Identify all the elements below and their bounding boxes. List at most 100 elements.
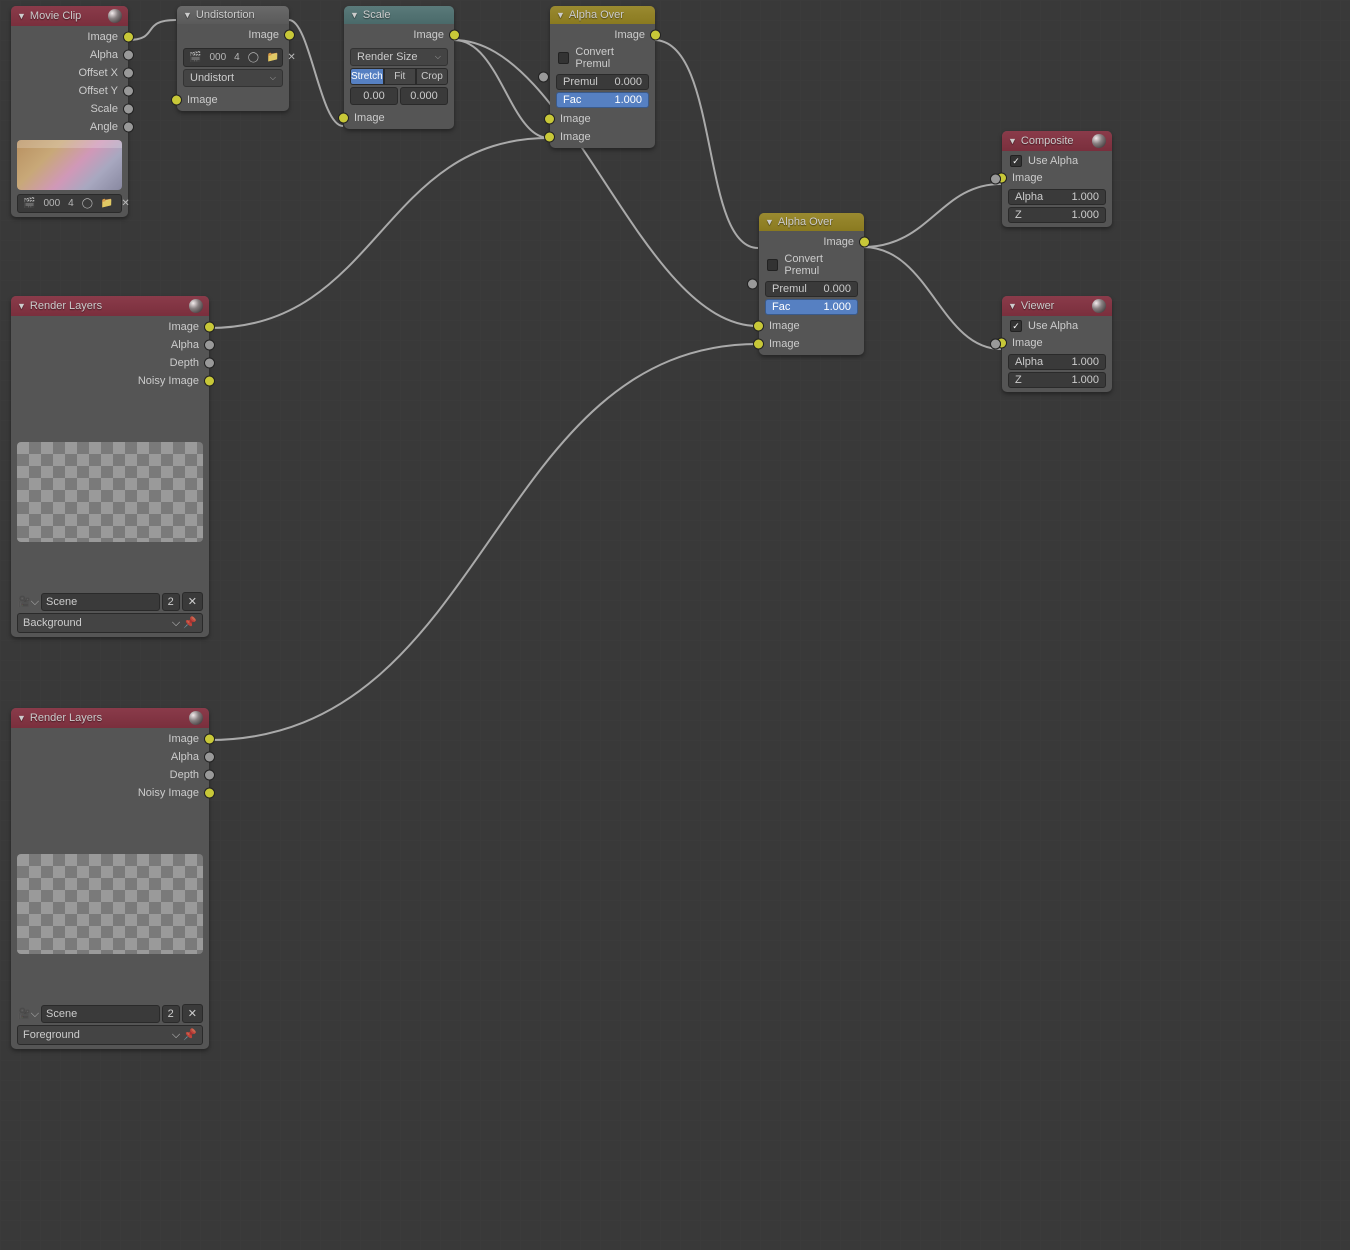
node-header[interactable]: ▼ Undistortion — [177, 6, 289, 24]
crop-button[interactable]: Crop — [416, 68, 448, 85]
collapse-icon[interactable]: ▼ — [556, 10, 565, 20]
output-socket[interactable]: Alpha — [11, 46, 128, 64]
close-icon[interactable]: ✕ — [118, 197, 132, 210]
premul-field[interactable]: Premul0.000 — [556, 74, 649, 90]
output-socket[interactable]: Alpha — [11, 748, 209, 766]
use-alpha-checkbox[interactable]: Use Alpha — [1002, 153, 1112, 169]
output-socket[interactable]: Image — [11, 28, 128, 46]
output-socket[interactable]: Depth — [11, 354, 209, 372]
scene-select[interactable]: Scene — [41, 593, 160, 611]
output-socket[interactable]: Noisy Image — [11, 372, 209, 390]
scene-users[interactable]: 2 — [162, 593, 180, 611]
input-socket[interactable]: Image — [759, 335, 864, 353]
close-icon[interactable]: ✕ — [182, 1004, 203, 1023]
input-socket[interactable]: Image — [1002, 169, 1112, 187]
scale-y-field[interactable]: 0.000 — [400, 87, 448, 105]
output-socket[interactable]: Angle — [11, 118, 128, 136]
collapse-icon[interactable]: ▼ — [17, 301, 26, 311]
output-socket[interactable]: Depth — [11, 766, 209, 784]
output-socket[interactable]: Image — [177, 26, 289, 44]
output-socket[interactable]: Image — [11, 318, 209, 336]
stretch-button[interactable]: Stretch — [350, 68, 384, 85]
input-socket[interactable]: Image — [550, 128, 655, 146]
collapse-icon[interactable]: ▼ — [765, 217, 774, 227]
fac-field[interactable]: Fac1.000 — [556, 92, 649, 108]
output-socket[interactable]: Offset Y — [11, 82, 128, 100]
alpha-field[interactable]: Alpha1.000 — [1008, 354, 1106, 370]
folder-icon[interactable]: 📁 — [98, 197, 116, 210]
use-alpha-checkbox[interactable]: Use Alpha — [1002, 318, 1112, 334]
collapse-icon[interactable]: ▼ — [17, 713, 26, 723]
z-field[interactable]: Z1.000 — [1008, 207, 1106, 223]
node-alpha-over[interactable]: ▼ Alpha Over Image Convert Premul Premul… — [550, 6, 655, 148]
preview-sphere-icon[interactable] — [189, 299, 203, 313]
node-undistortion[interactable]: ▼ Undistortion Image 🎬 000 4 ◯ 📁 ✕ Undis… — [177, 6, 289, 111]
convert-premul-checkbox[interactable]: Convert Premul — [550, 44, 655, 72]
output-socket[interactable]: Image — [759, 233, 864, 251]
output-socket[interactable]: Alpha — [11, 336, 209, 354]
node-header[interactable]: ▼ Movie Clip — [11, 6, 128, 26]
input-socket[interactable]: Image — [1002, 334, 1112, 352]
node-editor[interactable]: ▼ Movie Clip Image Alpha Offset X Offset… — [0, 0, 1350, 1250]
preview-sphere-icon[interactable] — [189, 711, 203, 725]
alpha-field[interactable]: Alpha1.000 — [1008, 189, 1106, 205]
pin-icon[interactable]: 📌 — [183, 617, 197, 629]
node-header[interactable]: ▼ Composite — [1002, 131, 1112, 151]
output-socket[interactable]: Image — [344, 26, 454, 44]
preview-sphere-icon[interactable] — [1092, 299, 1106, 313]
z-field[interactable]: Z1.000 — [1008, 372, 1106, 388]
collapse-icon[interactable]: ▼ — [350, 10, 359, 20]
node-header[interactable]: ▼ Scale — [344, 6, 454, 24]
node-alpha-over[interactable]: ▼ Alpha Over Image Convert Premul Premul… — [759, 213, 864, 355]
scene-select[interactable]: Scene — [41, 1005, 160, 1023]
clip-selector[interactable]: 🎬 000 4 ◯ 📁 ✕ — [183, 48, 283, 67]
node-render-layers[interactable]: ▼ Render Layers Image Alpha Depth Noisy … — [11, 708, 209, 1049]
scale-mode-select[interactable]: Render Size⌵ — [350, 48, 448, 66]
output-socket[interactable]: Offset X — [11, 64, 128, 82]
input-socket[interactable]: Image — [550, 110, 655, 128]
input-socket[interactable]: Image — [177, 91, 289, 109]
output-socket[interactable]: Noisy Image — [11, 784, 209, 802]
scene-icon[interactable]: 🎥⌵ — [17, 1007, 39, 1021]
fit-button[interactable]: Fit — [384, 68, 416, 85]
scene-icon[interactable]: 🎥⌵ — [17, 595, 39, 609]
node-scale[interactable]: ▼ Scale Image Render Size⌵ Stretch Fit C… — [344, 6, 454, 129]
render-layer-select[interactable]: Foreground⌵ 📌 — [17, 1025, 203, 1045]
convert-premul-checkbox[interactable]: Convert Premul — [759, 251, 864, 279]
node-header[interactable]: ▼ Alpha Over — [759, 213, 864, 231]
collapse-icon[interactable]: ▼ — [1008, 136, 1017, 146]
output-socket[interactable]: Scale — [11, 100, 128, 118]
node-viewer[interactable]: ▼ Viewer Use Alpha Image Alpha1.000 Z1.0… — [1002, 296, 1112, 392]
scale-x-field[interactable]: 0.00 — [350, 87, 398, 105]
node-header[interactable]: ▼ Alpha Over — [550, 6, 655, 24]
node-movie-clip[interactable]: ▼ Movie Clip Image Alpha Offset X Offset… — [11, 6, 128, 217]
node-composite[interactable]: ▼ Composite Use Alpha Image Alpha1.000 Z… — [1002, 131, 1112, 227]
clip-selector[interactable]: 🎬 000 4 ◯ 📁 ✕ — [17, 194, 122, 213]
scene-users[interactable]: 2 — [162, 1005, 180, 1023]
node-header[interactable]: ▼ Render Layers — [11, 708, 209, 728]
output-socket[interactable]: Image — [11, 730, 209, 748]
node-header[interactable]: ▼ Render Layers — [11, 296, 209, 316]
node-render-layers[interactable]: ▼ Render Layers Image Alpha Depth Noisy … — [11, 296, 209, 637]
close-icon[interactable]: ✕ — [284, 51, 298, 64]
circle-icon: ◯ — [79, 197, 96, 210]
scale-fit-group[interactable]: Stretch Fit Crop — [350, 68, 448, 85]
collapse-icon[interactable]: ▼ — [17, 11, 26, 21]
collapse-icon[interactable]: ▼ — [183, 10, 192, 20]
pin-icon[interactable]: 📌 — [183, 1029, 197, 1041]
clip-icon: 🎬 — [186, 51, 204, 64]
fac-field[interactable]: Fac1.000 — [765, 299, 858, 315]
node-header[interactable]: ▼ Viewer — [1002, 296, 1112, 316]
node-title: Alpha Over — [778, 216, 833, 228]
premul-field[interactable]: Premul0.000 — [765, 281, 858, 297]
close-icon[interactable]: ✕ — [182, 592, 203, 611]
output-socket[interactable]: Image — [550, 26, 655, 44]
preview-sphere-icon[interactable] — [1092, 134, 1106, 148]
folder-icon[interactable]: 📁 — [264, 51, 282, 64]
distortion-mode-select[interactable]: Undistort⌵ — [183, 69, 283, 87]
collapse-icon[interactable]: ▼ — [1008, 301, 1017, 311]
input-socket[interactable]: Image — [344, 109, 454, 127]
render-layer-select[interactable]: Background⌵ 📌 — [17, 613, 203, 633]
input-socket[interactable]: Image — [759, 317, 864, 335]
preview-sphere-icon[interactable] — [108, 9, 122, 23]
